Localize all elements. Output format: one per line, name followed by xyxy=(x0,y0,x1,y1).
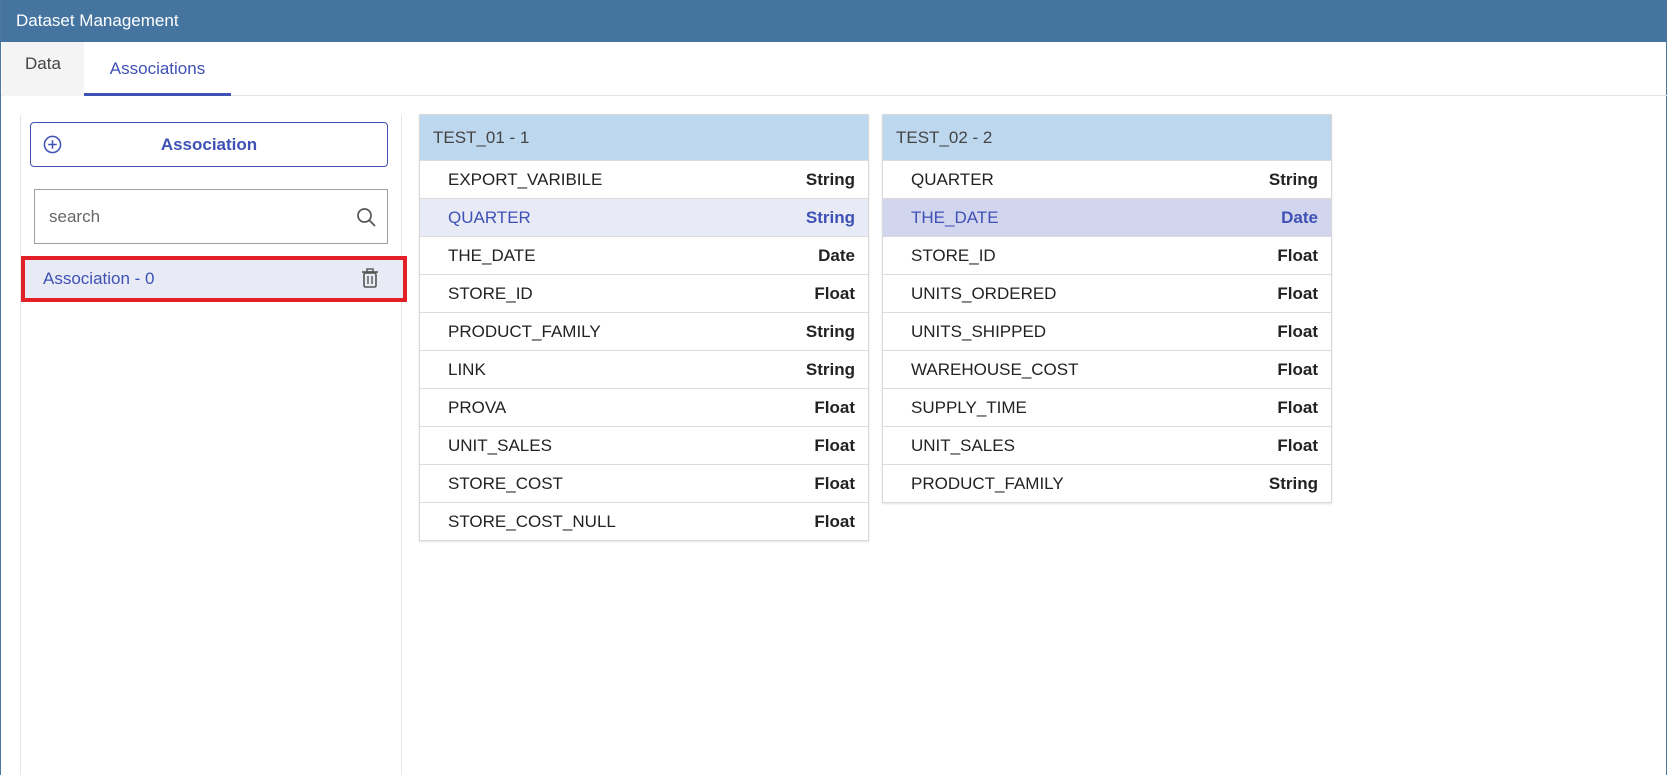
column-name: THE_DATE xyxy=(448,246,536,265)
column-name: THE_DATE xyxy=(911,208,999,227)
column-name: LINK xyxy=(448,360,486,379)
app-window: Dataset Management Data Associations Ass… xyxy=(0,0,1667,775)
column-name: UNIT_SALES xyxy=(448,436,552,455)
table-title: TEST_01 - 1 xyxy=(420,115,868,160)
column-type: Float xyxy=(814,398,855,417)
table-row[interactable]: STORE_ID Float xyxy=(883,236,1331,274)
column-type: Float xyxy=(1277,398,1318,417)
column-name: STORE_ID xyxy=(448,284,533,303)
tab-data[interactable]: Data xyxy=(2,42,84,96)
column-name: STORE_ID xyxy=(911,246,996,265)
column-name: EXPORT_VARIBILE xyxy=(448,170,603,189)
table-row[interactable]: STORE_ID Float xyxy=(420,274,868,312)
column-type: Float xyxy=(1277,436,1318,455)
dataset-table-test-01: TEST_01 - 1 EXPORT_VARIBILE String QUARTE… xyxy=(419,114,869,541)
column-name: WAREHOUSE_COST xyxy=(911,360,1079,379)
table-row[interactable]: UNIT_SALES Float xyxy=(883,426,1331,464)
column-type: String xyxy=(1268,474,1318,493)
column-name: SUPPLY_TIME xyxy=(911,398,1027,417)
table-row[interactable]: STORE_COST Float xyxy=(420,464,868,502)
table-title: TEST_02 - 2 xyxy=(883,115,1331,160)
table-row[interactable]: QUARTER String xyxy=(883,160,1331,198)
column-type: Float xyxy=(814,284,855,303)
column-name: PRODUCT_FAMILY xyxy=(448,322,601,341)
dataset-table-test-02: TEST_02 - 2 QUARTER String THE_DATE Date S… xyxy=(882,114,1332,503)
table-row[interactable]: LINK String xyxy=(420,350,868,388)
column-type: Float xyxy=(1277,360,1318,379)
table-row[interactable]: THE_DATE Date xyxy=(420,236,868,274)
column-type: String xyxy=(805,170,855,189)
column-name: UNITS_SHIPPED xyxy=(911,322,1047,341)
table-row[interactable]: EXPORT_VARIBILE String xyxy=(420,160,868,198)
table-row-selected[interactable]: THE_DATE Date xyxy=(883,198,1331,236)
association-item-label: Association - 0 xyxy=(43,269,155,288)
column-type: Float xyxy=(814,474,855,493)
search-field xyxy=(34,189,388,244)
association-list-item[interactable]: Association - 0 xyxy=(21,256,407,302)
search-icon[interactable] xyxy=(356,207,376,227)
column-type: String xyxy=(1268,170,1318,189)
column-type: Float xyxy=(814,436,855,455)
column-type: Date xyxy=(1281,208,1318,227)
table-row[interactable]: WAREHOUSE_COST Float xyxy=(883,350,1331,388)
column-type: Date xyxy=(818,246,855,265)
table-row[interactable]: PROVA Float xyxy=(420,388,868,426)
table-row[interactable]: UNITS_SHIPPED Float xyxy=(883,312,1331,350)
column-type: Float xyxy=(1277,322,1318,341)
table-row[interactable]: SUPPLY_TIME Float xyxy=(883,388,1331,426)
tab-associations[interactable]: Associations xyxy=(84,42,231,96)
column-name: UNITS_ORDERED xyxy=(911,284,1057,303)
column-type: String xyxy=(805,322,855,341)
table-row[interactable]: UNIT_SALES Float xyxy=(420,426,868,464)
table-row[interactable]: UNITS_ORDERED Float xyxy=(883,274,1331,312)
column-name: PROVA xyxy=(448,398,507,417)
column-name: QUARTER xyxy=(448,208,531,227)
add-association-button[interactable]: Association xyxy=(30,122,388,167)
column-type: Float xyxy=(1277,284,1318,303)
tab-bar: Data Associations xyxy=(1,42,1667,96)
column-name: QUARTER xyxy=(911,170,994,189)
window-title: Dataset Management xyxy=(1,0,1667,42)
column-type: Float xyxy=(1277,246,1318,265)
trash-icon[interactable] xyxy=(361,268,379,288)
column-name: UNIT_SALES xyxy=(911,436,1015,455)
column-type: Float xyxy=(814,512,855,531)
column-type: String xyxy=(805,208,855,227)
table-row[interactable]: PRODUCT_FAMILY String xyxy=(420,312,868,350)
add-association-label: Association xyxy=(160,134,258,154)
column-type: String xyxy=(805,360,855,379)
column-name: PRODUCT_FAMILY xyxy=(911,474,1064,493)
plus-circle-icon xyxy=(43,135,62,154)
table-row[interactable]: PRODUCT_FAMILY String xyxy=(883,464,1331,502)
column-name: STORE_COST xyxy=(448,474,563,493)
search-input[interactable] xyxy=(35,190,345,243)
column-name: STORE_COST_NULL xyxy=(448,512,616,531)
associations-sidebar: Association Association - 0 xyxy=(20,115,407,775)
table-row[interactable]: STORE_COST_NULL Float xyxy=(420,502,868,540)
table-row-selected[interactable]: QUARTER String xyxy=(420,198,868,236)
